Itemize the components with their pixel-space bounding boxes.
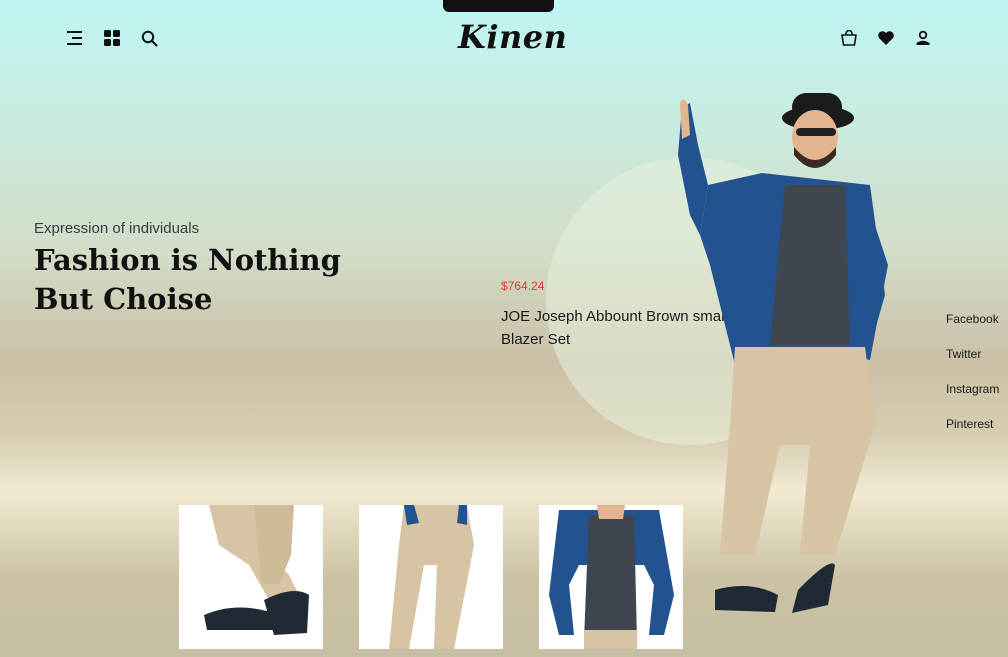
search-icon[interactable] — [137, 26, 161, 50]
thumbnail-shirt[interactable] — [539, 505, 683, 649]
hero-eyebrow: Expression of individuals — [34, 220, 200, 237]
social-link-twitter[interactable]: Twitter — [946, 347, 999, 361]
product-price: $764.24 — [501, 279, 545, 293]
shoes-detail-image — [204, 505, 309, 635]
hero-headline: Fashion is Nothing But Choise — [34, 241, 354, 319]
model-image — [678, 93, 888, 613]
thumbnail-pants[interactable] — [359, 505, 503, 649]
social-link-pinterest[interactable]: Pinterest — [946, 417, 999, 431]
hero-text-block: Expression of individuals Fashion is Not… — [34, 220, 354, 319]
social-link-instagram[interactable]: Instagram — [946, 382, 999, 396]
device-notch — [443, 0, 554, 12]
grid-icon[interactable] — [100, 26, 124, 50]
menu-icon[interactable] — [63, 26, 87, 50]
cart-icon[interactable] — [837, 26, 861, 50]
social-links: Facebook Twitter Instagram Pinterest — [946, 312, 999, 452]
shirt-detail-image — [549, 505, 674, 649]
user-icon[interactable] — [911, 26, 935, 50]
pants-detail-image — [389, 505, 474, 649]
heart-icon[interactable] — [874, 26, 898, 50]
hero-headline-line2: But Choise — [34, 282, 213, 316]
thumbnail-shoes[interactable] — [179, 505, 323, 649]
social-link-facebook[interactable]: Facebook — [946, 312, 999, 326]
brand-logo[interactable]: Kinen — [458, 18, 567, 58]
hero-headline-line1: Fashion is Nothing — [34, 243, 341, 277]
